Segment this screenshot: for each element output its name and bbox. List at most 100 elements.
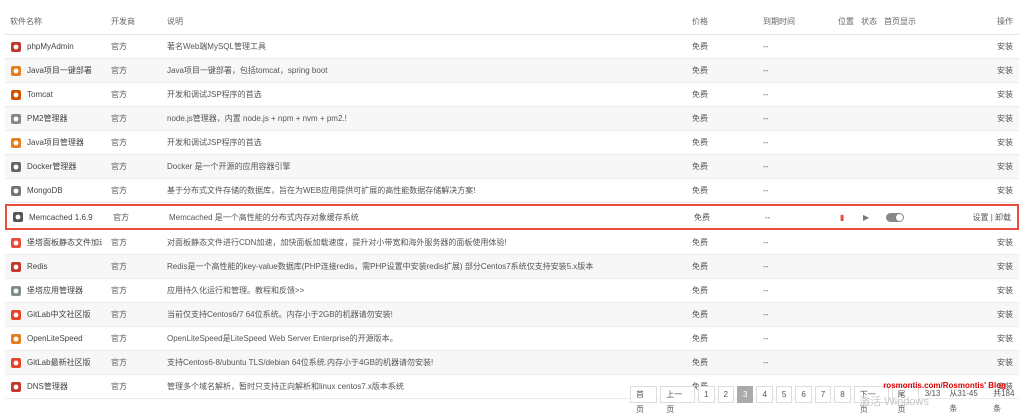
first-page-button[interactable]: 首页 [630, 386, 658, 414]
row-description: 支持Centos6-8/ubuntu TLS/debian 64位系统.内存小于… [167, 358, 434, 367]
row-developer: 官方 [111, 90, 127, 99]
page-button[interactable]: 5 [775, 386, 793, 403]
page-button[interactable]: 1 [698, 386, 715, 403]
install-button[interactable]: 安装 [933, 255, 1013, 278]
row-developer: 官方 [111, 262, 127, 271]
row-description: 基于分布式文件存储的数据库，旨在为WEB应用提供可扩展的高性能数据存储解决方案! [167, 186, 476, 195]
install-button[interactable]: 安装 [933, 107, 1013, 130]
table-row: Memcached 1.6.9 官方 Memcached 是一个高性能的分布式内存对… [5, 204, 1019, 230]
table-row: MongoDB 官方 基于分布式文件存储的数据库，旨在为WEB应用提供可扩展的高性能… [5, 179, 1019, 203]
install-button[interactable]: 安装 [933, 231, 1013, 254]
redis-icon [10, 261, 22, 273]
row-name: Redis [27, 262, 48, 271]
row-description: 著名Web端MySQL管理工具 [167, 42, 266, 51]
install-button[interactable]: 安装 [933, 155, 1013, 178]
row-price: 免费 [692, 162, 708, 171]
page-button[interactable]: 7 [814, 386, 832, 403]
row-expiry: -- [763, 358, 769, 367]
settings-uninstall-links[interactable]: 设置 | 卸载 [931, 206, 1011, 228]
row-name: Memcached 1.6.9 [29, 212, 93, 222]
header-ops: 操作 [997, 16, 1013, 26]
row-name-cell: phpMyAdmin [10, 35, 102, 58]
prev-page-button[interactable]: 上一页 [660, 386, 696, 414]
row-expiry: -- [763, 66, 769, 75]
install-button[interactable]: 安装 [933, 35, 1013, 58]
page-button[interactable]: 6 [795, 386, 812, 403]
file-icon [10, 237, 22, 249]
row-name-cell: 堡塔面板静态文件加速 [10, 231, 102, 254]
row-expiry: -- [763, 114, 769, 123]
row-developer: 官方 [113, 212, 129, 222]
row-name-cell: Docker管理器 [10, 155, 102, 178]
row-description: 开发和调试JSP程序的首选 [167, 90, 262, 99]
activation-watermark: 激活 Windows [859, 396, 929, 408]
row-price: 免费 [692, 310, 708, 319]
row-expiry: -- [763, 90, 769, 99]
row-name: 堡塔面板静态文件加速 [27, 238, 102, 247]
phpmyadmin-icon [10, 41, 22, 53]
row-expiry: -- [763, 138, 769, 147]
blog-watermark: rosmontis.com/Rosmontis' Blog [883, 381, 1006, 390]
row-price: 免费 [692, 334, 708, 343]
dns-icon [10, 381, 22, 393]
row-name-cell: Java项目一键部署 [10, 59, 102, 82]
row-price: 免费 [692, 238, 708, 247]
row-developer: 官方 [111, 310, 127, 319]
install-button[interactable]: 安装 [933, 327, 1013, 350]
row-name: Docker管理器 [27, 162, 77, 171]
row-developer: 官方 [111, 114, 127, 123]
row-description: Memcached 是一个高性能的分布式内存对象缓存系统 [169, 212, 359, 222]
install-button[interactable]: 安装 [933, 351, 1013, 374]
install-button[interactable]: 安装 [933, 59, 1013, 82]
row-expiry: -- [763, 310, 769, 319]
row-name: phpMyAdmin [27, 42, 74, 51]
table-body: phpMyAdmin 官方 著名Web端MySQL管理工具 免费 -- 安装 Java项目一… [5, 35, 1019, 399]
row-price: 免费 [692, 90, 708, 99]
row-developer: 官方 [111, 162, 127, 171]
docker-icon [10, 161, 22, 173]
page-button[interactable]: 2 [717, 386, 734, 403]
row-name: Java项目管理器 [27, 138, 84, 147]
page-button[interactable]: 3 [736, 386, 754, 403]
row-price: 免费 [692, 138, 708, 147]
row-developer: 官方 [111, 358, 127, 367]
row-developer: 官方 [111, 186, 127, 195]
mongodb-icon [10, 185, 22, 197]
row-name-cell: MongoDB [10, 179, 102, 202]
table-header: 软件名称 开发商 说明 价格 到期时间 位置 状态 首页显示 操作 [5, 8, 1019, 35]
table-row: phpMyAdmin 官方 著名Web端MySQL管理工具 免费 -- 安装 [5, 35, 1019, 59]
row-expiry: -- [763, 162, 769, 171]
openlitespeed-icon [10, 333, 22, 345]
row-name: GitLab最新社区版 [27, 358, 91, 367]
header-expiry: 到期时间 [763, 16, 795, 26]
header-name: 软件名称 [10, 16, 42, 26]
location-folder-icon[interactable]: ▮ [840, 206, 860, 228]
row-expiry: -- [763, 238, 769, 247]
home-display-toggle[interactable] [886, 206, 936, 228]
row-name-cell: Tomcat [10, 83, 102, 106]
header-desc: 说明 [167, 16, 183, 26]
app-manager-icon [10, 285, 22, 297]
header-position: 位置 [838, 16, 854, 26]
install-button[interactable]: 安装 [933, 179, 1013, 202]
pm2-icon [10, 113, 22, 125]
row-name: OpenLiteSpeed [27, 334, 83, 343]
install-button[interactable]: 安装 [933, 131, 1013, 154]
table-row: Redis 官方 Redis是一个高性能的key-value数据库(PHP连接red… [5, 255, 1019, 279]
row-developer: 官方 [111, 66, 127, 75]
row-name: PM2管理器 [27, 114, 68, 123]
table-row: Java项目一键部署 官方 Java项目一键部署，包括tomcat，spring b… [5, 59, 1019, 83]
page-button[interactable]: 8 [834, 386, 851, 403]
row-price: 免费 [692, 262, 708, 271]
row-developer: 官方 [111, 238, 127, 247]
install-button[interactable]: 安装 [933, 279, 1013, 302]
page-button[interactable]: 4 [756, 386, 773, 403]
row-name-cell: Redis [10, 255, 102, 278]
row-price: 免费 [692, 66, 708, 75]
row-developer: 官方 [111, 138, 127, 147]
row-price: 免费 [692, 114, 708, 123]
install-button[interactable]: 安装 [933, 83, 1013, 106]
row-price: 免费 [692, 186, 708, 195]
install-button[interactable]: 安装 [933, 303, 1013, 326]
header-price: 价格 [692, 16, 708, 26]
